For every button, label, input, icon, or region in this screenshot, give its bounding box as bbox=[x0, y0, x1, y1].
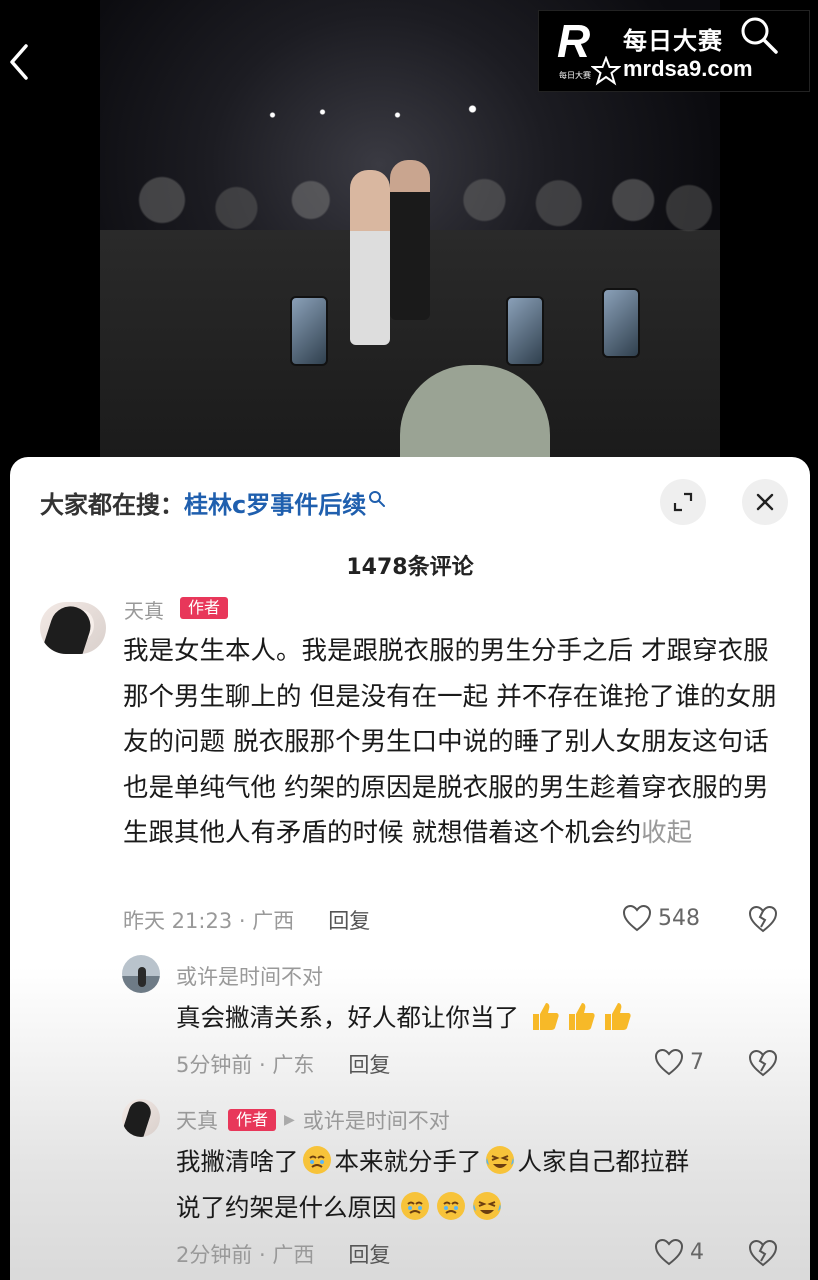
comment-body: 我是女生本人。我是跟脱衣服的男生分手之后 才跟穿衣服那个男生聊上的 但是没有在一… bbox=[123, 636, 777, 849]
star-icon bbox=[591, 56, 621, 86]
like-button[interactable]: 4 bbox=[654, 1238, 704, 1266]
watermark-site: mrdsa9.com bbox=[623, 55, 753, 81]
reply-meta: 5分钟前 · 广东 回复 bbox=[176, 1049, 390, 1079]
video-person-shirtless bbox=[350, 170, 390, 345]
avatar-hair bbox=[122, 1099, 154, 1137]
search-icon bbox=[369, 490, 386, 507]
reply-body-part: 我撇清啥了 bbox=[176, 1147, 299, 1176]
broken-heart-icon[interactable] bbox=[748, 1048, 778, 1078]
avatar[interactable] bbox=[40, 602, 106, 654]
laughing-crying-face-icon bbox=[485, 1146, 514, 1174]
avatar-hair bbox=[40, 602, 96, 654]
screen: R 每日大赛 每日大赛 mrdsa9.com 大家都在搜： 桂林c罗事件后续 1… bbox=[0, 0, 818, 1280]
comment-count: 1478条评论 bbox=[346, 555, 474, 580]
thumbs-up-icon bbox=[532, 1003, 559, 1030]
crying-face-icon bbox=[302, 1146, 331, 1174]
broken-heart-icon[interactable] bbox=[748, 904, 778, 934]
reply-text: 真会撇清关系，好人都让你当了 bbox=[176, 995, 635, 1041]
watermark-logo-letter: R bbox=[557, 15, 591, 67]
watermark-logo: R 每日大赛 bbox=[547, 15, 621, 86]
avatar[interactable] bbox=[122, 1099, 160, 1137]
like-count: 548 bbox=[658, 905, 700, 931]
chevron-left-icon bbox=[10, 44, 28, 80]
thumbs-up-icon bbox=[568, 1003, 595, 1030]
reply-author[interactable]: 天真 bbox=[176, 1105, 218, 1135]
video-phone bbox=[602, 288, 640, 358]
expand-button[interactable] bbox=[660, 479, 706, 525]
video-person-dressed bbox=[390, 160, 430, 320]
like-button[interactable]: 548 bbox=[622, 904, 700, 932]
back-button[interactable] bbox=[4, 40, 34, 84]
comment-sheet: 大家都在搜： 桂林c罗事件后续 1478条评论 天真 作者 我是女生本人。我是跟… bbox=[10, 457, 810, 1280]
reply-author[interactable]: 或许是时间不对 bbox=[176, 961, 323, 991]
heart-icon bbox=[622, 904, 652, 932]
crying-face-icon bbox=[436, 1192, 465, 1220]
video-phone bbox=[506, 296, 544, 366]
author-badge: 作者 bbox=[228, 1109, 277, 1131]
expand-icon bbox=[673, 492, 693, 512]
broken-heart-icon[interactable] bbox=[748, 1238, 778, 1268]
reply-body-part: 人家自己都拉群 bbox=[517, 1147, 690, 1176]
search-icon bbox=[741, 17, 778, 54]
collapse-link[interactable]: 收起 bbox=[641, 818, 692, 848]
like-count: 7 bbox=[690, 1049, 704, 1075]
video-phone bbox=[290, 296, 328, 366]
comment-time-location: 昨天 21:23 · 广西 bbox=[123, 909, 295, 933]
comment-author[interactable]: 天真 bbox=[124, 595, 164, 624]
trending-search[interactable]: 大家都在搜： 桂林c罗事件后续 bbox=[40, 485, 386, 520]
comment-text: 我是女生本人。我是跟脱衣服的男生分手之后 才跟穿衣服那个男生聊上的 但是没有在一… bbox=[123, 629, 793, 857]
close-button[interactable] bbox=[742, 479, 788, 525]
reply-body: 真会撇清关系，好人都让你当了 bbox=[176, 1003, 519, 1032]
reply-time-location: 2分钟前 · 广西 bbox=[176, 1243, 315, 1267]
trending-search-prefix: 大家都在搜： bbox=[40, 491, 184, 519]
reply-body-part: 本来就分手了 bbox=[334, 1147, 482, 1176]
like-button[interactable]: 7 bbox=[654, 1048, 704, 1076]
reply-time-location: 5分钟前 · 广东 bbox=[176, 1053, 315, 1077]
reply-body-part: 说了约架是什么原因 bbox=[176, 1193, 397, 1222]
heart-icon bbox=[654, 1238, 684, 1266]
reply-button[interactable]: 回复 bbox=[348, 1239, 390, 1269]
laughing-crying-face-icon bbox=[472, 1192, 501, 1220]
close-icon bbox=[756, 493, 774, 511]
heart-icon bbox=[654, 1048, 684, 1076]
reply-text: 我撇清啥了 本来就分手了 人家自己都拉群 说了约架是什么原因 bbox=[176, 1139, 786, 1231]
watermark-text: 每日大赛 mrdsa9.com bbox=[623, 21, 753, 82]
watermark-logo-sub: 每日大赛 bbox=[559, 71, 591, 80]
crying-face-icon bbox=[400, 1192, 429, 1220]
reply-to-user[interactable]: 或许是时间不对 bbox=[303, 1105, 450, 1135]
comment-meta: 昨天 21:23 · 广西 回复 bbox=[123, 905, 370, 935]
avatar-figure bbox=[138, 967, 146, 987]
author-badge: 作者 bbox=[180, 597, 229, 619]
thumbs-up-icon bbox=[604, 1003, 631, 1030]
reply-meta: 2分钟前 · 广西 回复 bbox=[176, 1239, 390, 1269]
like-count: 4 bbox=[690, 1239, 704, 1265]
reply-button[interactable]: 回复 bbox=[328, 905, 370, 935]
watermark-title: 每日大赛 bbox=[623, 26, 723, 55]
watermark: R 每日大赛 每日大赛 mrdsa9.com bbox=[538, 10, 810, 92]
trending-search-query[interactable]: 桂林c罗事件后续 bbox=[184, 485, 366, 520]
reply-header: 天真 作者 ▶ 或许是时间不对 bbox=[176, 1105, 450, 1135]
reply-button[interactable]: 回复 bbox=[348, 1049, 390, 1079]
avatar[interactable] bbox=[122, 955, 160, 993]
reply-arrow-icon: ▶ bbox=[284, 1112, 295, 1128]
